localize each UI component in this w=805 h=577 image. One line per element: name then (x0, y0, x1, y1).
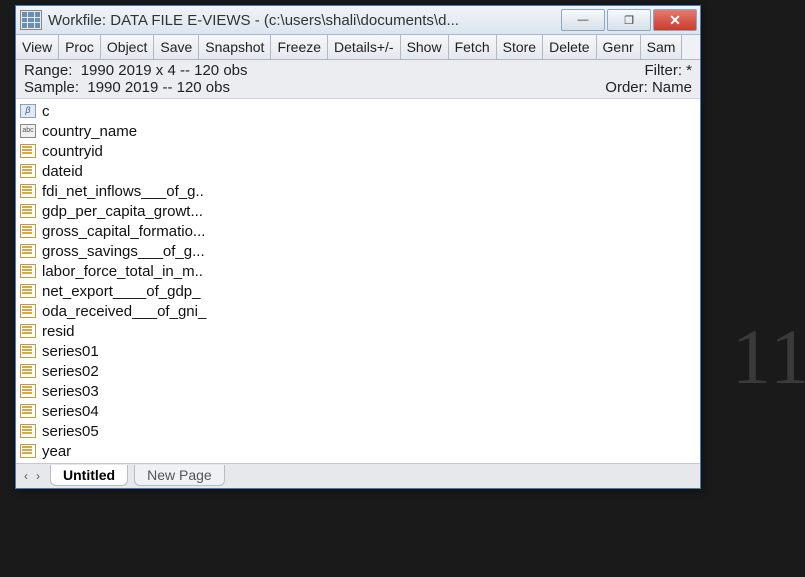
titlebar[interactable]: Workfile: DATA FILE E-VIEWS - (c:\users\… (16, 6, 700, 35)
object-name: country_name (42, 123, 137, 140)
toolbar-show[interactable]: Show (401, 35, 449, 59)
series-icon (20, 264, 36, 278)
next-page-button[interactable]: › (32, 469, 44, 483)
toolbar-details[interactable]: Details+/- (328, 35, 401, 59)
object-name: fdi_net_inflows___of_g.. (42, 183, 204, 200)
series-icon (20, 224, 36, 238)
toolbar: ViewProcObjectSaveSnapshotFreezeDetails+… (16, 35, 700, 60)
toolbar-genr[interactable]: Genr (597, 35, 641, 59)
object-list[interactable]: βcabccountry_namecountryiddateidfdi_net_… (16, 99, 700, 463)
object-row[interactable]: βc (20, 101, 696, 121)
series-icon (20, 144, 36, 158)
series-icon (20, 424, 36, 438)
watermark-text: 11 (732, 312, 805, 402)
series-icon (20, 284, 36, 298)
beta-icon: β (20, 104, 36, 118)
series-icon (20, 404, 36, 418)
object-name: c (42, 103, 50, 120)
object-name: labor_force_total_in_m.. (42, 263, 203, 280)
object-name: year (42, 443, 71, 460)
page-tab[interactable]: New Page (134, 465, 225, 486)
object-row[interactable]: gross_savings___of_g... (20, 241, 696, 261)
order-text: Order: Name (605, 79, 692, 96)
minimize-button[interactable]: — (561, 9, 605, 31)
series-icon (20, 384, 36, 398)
object-name: series02 (42, 363, 99, 380)
object-name: resid (42, 323, 75, 340)
toolbar-sam[interactable]: Sam (641, 35, 683, 59)
alpha-icon: abc (20, 124, 36, 138)
close-button[interactable]: ✕ (653, 9, 697, 31)
object-row[interactable]: abc country_name (20, 121, 696, 141)
object-row[interactable]: oda_received___of_gni_ (20, 301, 696, 321)
object-name: gross_capital_formatio... (42, 223, 205, 240)
workfile-window: Workfile: DATA FILE E-VIEWS - (c:\users\… (15, 5, 701, 489)
series-icon (20, 324, 36, 338)
object-name: series04 (42, 403, 99, 420)
object-row[interactable]: series01 (20, 341, 696, 361)
series-icon (20, 244, 36, 258)
object-row[interactable]: series05 (20, 421, 696, 441)
object-name: dateid (42, 163, 83, 180)
toolbar-save[interactable]: Save (154, 35, 199, 59)
window-controls: — ❐ ✕ (561, 9, 697, 31)
object-name: countryid (42, 143, 103, 160)
object-row[interactable]: countryid (20, 141, 696, 161)
sample-text: Sample: 1990 2019 -- 120 obs (24, 79, 230, 96)
toolbar-view[interactable]: View (16, 35, 59, 59)
series-icon (20, 304, 36, 318)
toolbar-fetch[interactable]: Fetch (449, 35, 497, 59)
object-name: series03 (42, 383, 99, 400)
object-row[interactable]: net_export____of_gdp_ (20, 281, 696, 301)
app-icon (20, 10, 42, 30)
object-row[interactable]: resid (20, 321, 696, 341)
object-name: gdp_per_capita_growt... (42, 203, 203, 220)
toolbar-snapshot[interactable]: Snapshot (199, 35, 271, 59)
series-icon (20, 444, 36, 458)
page-tab[interactable]: Untitled (50, 465, 128, 486)
series-icon (20, 364, 36, 378)
maximize-button[interactable]: ❐ (607, 9, 651, 31)
series-icon (20, 344, 36, 358)
info-bar: Range: 1990 2019 x 4 -- 120 obs Filter: … (16, 60, 700, 99)
object-row[interactable]: labor_force_total_in_m.. (20, 261, 696, 281)
range-text: Range: 1990 2019 x 4 -- 120 obs (24, 62, 248, 79)
toolbar-delete[interactable]: Delete (543, 35, 596, 59)
object-row[interactable]: series02 (20, 361, 696, 381)
object-row[interactable]: year (20, 441, 696, 461)
series-icon (20, 164, 36, 178)
object-name: series01 (42, 343, 99, 360)
object-row[interactable]: fdi_net_inflows___of_g.. (20, 181, 696, 201)
series-icon (20, 204, 36, 218)
page-tab-bar: ‹ › Untitled New Page (16, 463, 700, 488)
object-row[interactable]: gdp_per_capita_growt... (20, 201, 696, 221)
object-name: net_export____of_gdp_ (42, 283, 200, 300)
object-row[interactable]: series04 (20, 401, 696, 421)
toolbar-freeze[interactable]: Freeze (271, 35, 328, 59)
prev-page-button[interactable]: ‹ (20, 469, 32, 483)
object-row[interactable]: series03 (20, 381, 696, 401)
window-title: Workfile: DATA FILE E-VIEWS - (c:\users\… (48, 12, 561, 29)
object-name: oda_received___of_gni_ (42, 303, 206, 320)
toolbar-object[interactable]: Object (101, 35, 154, 59)
object-row[interactable]: gross_capital_formatio... (20, 221, 696, 241)
object-row[interactable]: dateid (20, 161, 696, 181)
filter-text: Filter: * (644, 62, 692, 79)
object-name: series05 (42, 423, 99, 440)
object-name: gross_savings___of_g... (42, 243, 205, 260)
toolbar-store[interactable]: Store (497, 35, 543, 59)
series-icon (20, 184, 36, 198)
toolbar-proc[interactable]: Proc (59, 35, 101, 59)
